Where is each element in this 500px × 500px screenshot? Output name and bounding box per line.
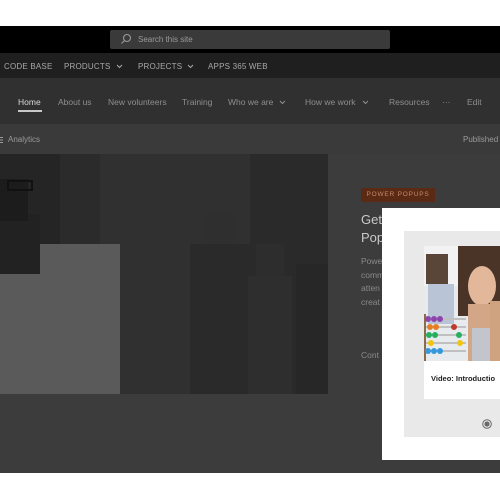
continue-reading-link[interactable]: Cont: [361, 350, 379, 360]
analytics-icon: [0, 136, 3, 143]
analytics-button[interactable]: Analytics: [0, 135, 40, 144]
page-bottom-strip: [0, 473, 500, 500]
hub-item-apps-365-web[interactable]: APPS 365 WEB: [208, 62, 268, 71]
site-nav-label: Who we are: [228, 97, 274, 107]
sharepoint-page: CODE BASE PRODUCTS PROJECTS APPS 365 WEB…: [0, 0, 500, 500]
video-thumbnail[interactable]: [424, 246, 500, 361]
hub-item-products[interactable]: PRODUCTS: [64, 62, 123, 71]
hub-item-projects[interactable]: PROJECTS: [138, 62, 194, 71]
popup-dialog: Video: Introductio: [382, 208, 500, 460]
hub-item-label: CODE BASE: [4, 62, 53, 71]
command-bar: Analytics Published: [0, 124, 500, 154]
carousel-dot-icon[interactable]: [482, 419, 492, 429]
chevron-down-icon: [362, 100, 368, 104]
more-icon: ···: [442, 97, 451, 107]
hub-navigation: CODE BASE PRODUCTS PROJECTS APPS 365 WEB: [0, 53, 500, 78]
published-status: Published: [463, 135, 499, 144]
search-box[interactable]: [110, 30, 390, 49]
video-title[interactable]: Video: Introductio: [431, 374, 495, 383]
site-nav-training[interactable]: Training: [182, 97, 212, 107]
site-navigation: Home About us New volunteers Training Wh…: [0, 78, 500, 124]
hero-image: [0, 154, 328, 394]
site-nav-who-we-are[interactable]: Who we are: [228, 97, 286, 107]
site-nav-label: Edit: [467, 97, 482, 107]
site-nav-resources[interactable]: Resources: [389, 97, 430, 107]
chevron-down-icon: [280, 100, 286, 104]
site-nav-label: New volunteers: [108, 97, 167, 107]
video-card[interactable]: Video: Introductio: [424, 246, 500, 399]
site-nav-about-us[interactable]: About us: [58, 97, 92, 107]
active-tab-indicator: [18, 110, 42, 112]
site-nav-label: Training: [182, 97, 213, 107]
suite-bar: [0, 26, 500, 53]
site-nav-edit[interactable]: Edit: [467, 97, 482, 107]
hub-item-label: APPS 365 WEB: [208, 62, 268, 71]
chevron-down-icon: [187, 64, 194, 69]
search-input[interactable]: [138, 31, 378, 47]
topic-badge: POWER POPUPS: [361, 188, 435, 202]
site-nav-more[interactable]: ···: [442, 97, 451, 107]
hero-photo: [0, 154, 328, 394]
site-nav-home[interactable]: Home: [18, 97, 41, 107]
site-nav-label: Home: [18, 97, 41, 107]
hub-item-label: PRODUCTS: [64, 62, 111, 71]
hub-item-code-base[interactable]: CODE BASE: [4, 62, 52, 71]
site-nav-label: How we work: [305, 97, 356, 107]
site-nav-how-we-work[interactable]: How we work: [305, 97, 369, 107]
chevron-down-icon: [116, 64, 122, 69]
site-nav-label: About us: [58, 97, 92, 107]
search-icon: [121, 33, 132, 44]
hub-item-label: PROJECTS: [138, 62, 183, 71]
site-nav-new-volunteers[interactable]: New volunteers: [108, 97, 167, 107]
carousel-area: Video: Introductio: [404, 231, 500, 437]
site-nav-label: Resources: [389, 97, 430, 107]
analytics-label: Analytics: [8, 135, 41, 144]
